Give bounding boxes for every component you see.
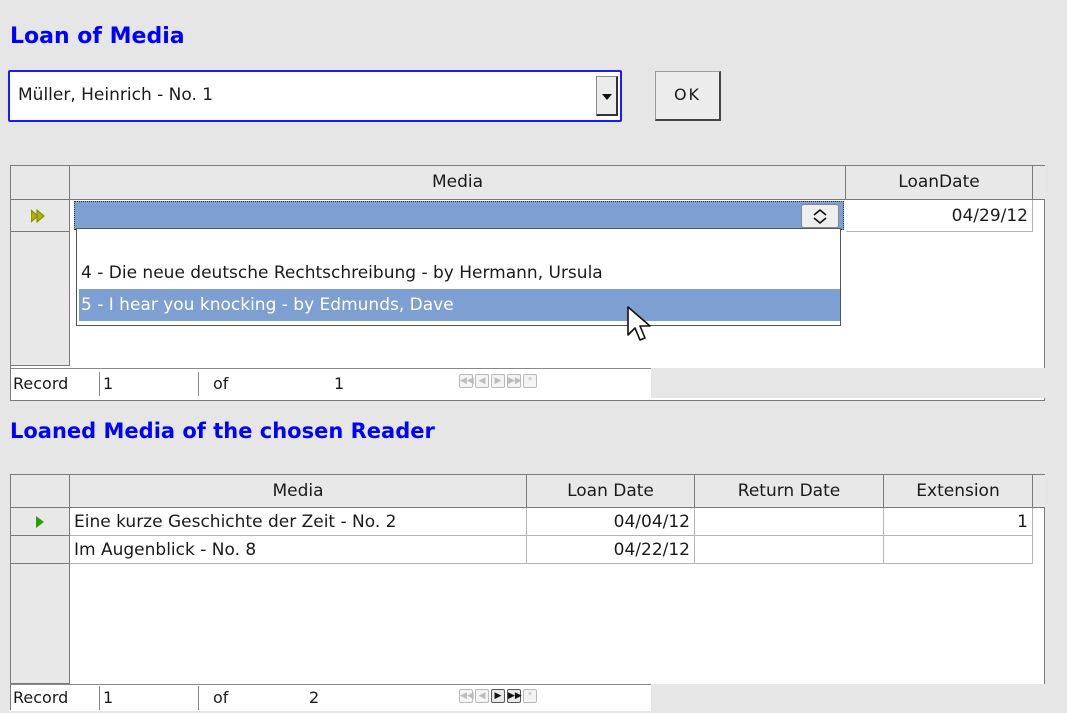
media-dropdown-list[interactable]: 4 - Die neue deutsche Rechtschreibung - …: [76, 228, 841, 326]
next-record-icon[interactable]: ▶: [491, 689, 505, 703]
record-count: 2: [309, 688, 320, 707]
ok-button[interactable]: OK: [655, 71, 721, 121]
loan-navigator: Record 1 of 1 ◀◀ ◀ ▶ ▶▶ *: [11, 368, 651, 398]
loandate-cell[interactable]: 04/29/12: [846, 200, 1033, 232]
column-header-filler: [1033, 475, 1045, 508]
first-record-icon[interactable]: ◀◀: [459, 374, 474, 388]
mouse-pointer-icon: [627, 306, 651, 341]
table-cell-media[interactable]: Im Augenblick - No. 8: [70, 536, 527, 564]
play-arrow-icon: [36, 516, 44, 528]
chevron-down-icon: [602, 94, 612, 100]
previous-record-icon[interactable]: ◀: [475, 374, 489, 388]
media-combobox[interactable]: [74, 201, 844, 230]
reader-select-dropdown-button[interactable]: [596, 76, 618, 116]
new-record-icon[interactable]: *: [523, 689, 537, 703]
reader-select-value: Müller, Heinrich - No. 1: [18, 85, 214, 105]
row-header-empty: [11, 232, 70, 366]
last-record-icon[interactable]: ▶▶: [507, 374, 522, 388]
last-record-icon[interactable]: ▶▶: [507, 689, 522, 703]
record-number-input[interactable]: 1: [99, 372, 199, 396]
record-label: Record: [13, 688, 69, 707]
column-header-loandate[interactable]: LoanDate: [846, 166, 1033, 200]
row-header[interactable]: [11, 536, 70, 564]
of-label: of: [213, 374, 229, 393]
column-header-return-date[interactable]: Return Date: [695, 475, 884, 508]
row-header-current[interactable]: [11, 200, 70, 232]
loaned-navigator: Record 1 of 2 ◀◀ ◀ ▶ ▶▶ *: [11, 684, 651, 711]
navigator-filler: [651, 684, 1046, 711]
table-cell-loan-date[interactable]: 04/22/12: [527, 536, 695, 564]
corner-header: [11, 166, 70, 200]
first-record-icon[interactable]: ◀◀: [459, 689, 474, 703]
dropdown-item[interactable]: 4 - Die neue deutsche Rechtschreibung - …: [79, 257, 603, 289]
table-cell-return-date[interactable]: [695, 536, 884, 564]
next-record-icon[interactable]: ▶: [491, 374, 505, 388]
record-number-input[interactable]: 1: [99, 686, 199, 710]
new-record-icon[interactable]: *: [523, 374, 537, 388]
table-cell-extension[interactable]: [884, 536, 1033, 564]
previous-record-icon[interactable]: ◀: [475, 689, 489, 703]
column-header-loan-date[interactable]: Loan Date: [527, 475, 695, 508]
table-cell-extension[interactable]: 1: [884, 508, 1033, 536]
loaned-grid: Media Loan Date Return Date Extension Ei…: [10, 474, 1046, 711]
table-cell-media[interactable]: Eine kurze Geschichte der Zeit - No. 2: [70, 508, 527, 536]
section-title-loaned: Loaned Media of the chosen Reader: [10, 419, 435, 443]
record-count: 1: [334, 374, 345, 393]
spin-updown-icon[interactable]: [801, 204, 839, 228]
dropdown-item-selected[interactable]: 5 - I hear you knocking - by Edmunds, Da…: [79, 289, 840, 321]
double-arrow-icon: [31, 209, 45, 223]
table-cell-return-date[interactable]: [695, 508, 884, 536]
corner-header: [11, 475, 70, 508]
navigator-filler: [651, 368, 1046, 398]
row-header-empty: [11, 564, 70, 684]
column-header-media[interactable]: Media: [70, 166, 846, 200]
table-cell-loan-date[interactable]: 04/04/12: [527, 508, 695, 536]
column-header-extension[interactable]: Extension: [884, 475, 1033, 508]
row-header-current[interactable]: [11, 508, 70, 536]
record-label: Record: [13, 374, 69, 393]
column-header-filler: [1033, 166, 1045, 200]
of-label: of: [213, 688, 229, 707]
reader-select[interactable]: Müller, Heinrich - No. 1: [8, 70, 622, 122]
column-header-media[interactable]: Media: [70, 475, 527, 508]
form-title: Loan of Media: [10, 24, 185, 49]
